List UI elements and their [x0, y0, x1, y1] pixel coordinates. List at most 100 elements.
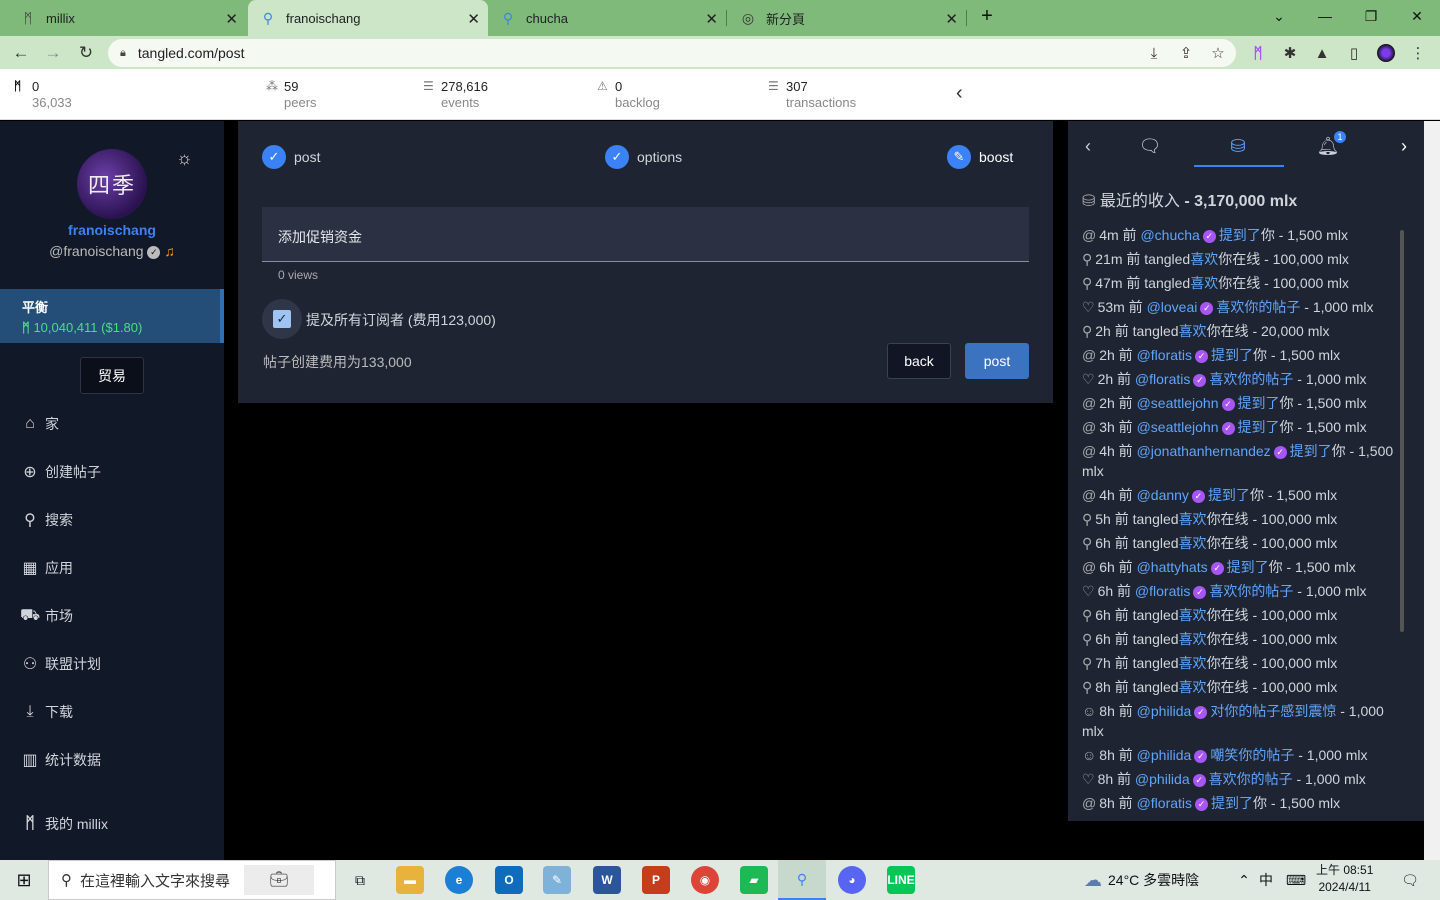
feed-user[interactable]: @chucha: [1140, 227, 1199, 243]
new-tab-button[interactable]: +: [964, 0, 1010, 32]
feed-action[interactable]: 喜欢你的帖子: [1209, 771, 1293, 787]
browser-tab[interactable]: ⚲ chucha ✕: [488, 0, 726, 36]
labs-flask-icon[interactable]: ▲: [1311, 42, 1333, 64]
feed-action[interactable]: 喜欢你的帖子: [1209, 583, 1293, 599]
step-boost[interactable]: ✎ boost: [947, 145, 1013, 169]
url-bar[interactable]: 🔒︎ tangled.com/post: [108, 39, 1236, 67]
mention-subscribers-checkbox[interactable]: ✓: [262, 299, 302, 339]
browser-tab[interactable]: ᛗ millix ✕: [8, 0, 246, 36]
chat-icon[interactable]: 🗨︎: [1130, 131, 1170, 161]
sidebar-item-my-millix[interactable]: ᛗ 我的 millix: [20, 812, 108, 836]
feed-user[interactable]: @seattlejohn: [1137, 419, 1219, 435]
window-close-button[interactable]: ✕: [1394, 0, 1440, 32]
feed-action[interactable]: 提到了: [1211, 795, 1253, 811]
word-icon[interactable]: W: [593, 866, 621, 894]
balance-panel[interactable]: 平衡 ᛗ 10,040,411 ($1.80): [0, 289, 224, 343]
feed-user[interactable]: @philida: [1135, 771, 1190, 787]
task-view-icon[interactable]: ⧉: [346, 860, 374, 900]
feed-action[interactable]: 喜欢你的帖子: [1216, 299, 1300, 315]
forward-arrow-icon[interactable]: →: [40, 40, 66, 66]
feed-scrollbar[interactable]: [1400, 230, 1404, 632]
feed-action[interactable]: 对你的帖子感到震惊: [1210, 703, 1336, 719]
close-icon[interactable]: ✕: [705, 10, 718, 28]
feed-action[interactable]: 喜欢你的帖子: [1209, 371, 1293, 387]
feed-user[interactable]: @danny: [1137, 487, 1189, 503]
minimize-button[interactable]: —: [1302, 0, 1348, 32]
coins-icon[interactable]: ⛁: [1218, 131, 1258, 161]
close-icon[interactable]: ✕: [467, 10, 480, 28]
feed-action[interactable]: 喜欢: [1179, 323, 1207, 339]
share-icon[interactable]: ⇪: [1175, 42, 1197, 64]
feed-user[interactable]: @seattlejohn: [1137, 395, 1219, 411]
install-app-icon[interactable]: ⤓: [1143, 42, 1165, 64]
notes-icon[interactable]: ✎: [543, 866, 571, 894]
sidebar-item-market[interactable]: ⛟ 市场: [20, 604, 73, 628]
bookmark-star-icon[interactable]: ☆: [1207, 42, 1229, 64]
feed-user[interactable]: @philida: [1137, 703, 1192, 719]
post-button[interactable]: post: [965, 343, 1029, 379]
feed-user[interactable]: @floratis: [1137, 795, 1192, 811]
menu-kebab-icon[interactable]: ⋮: [1407, 42, 1429, 64]
chevron-up-icon[interactable]: ⌃: [1234, 860, 1254, 900]
close-icon[interactable]: ✕: [225, 10, 238, 28]
feed-action[interactable]: 喜欢: [1179, 631, 1207, 647]
reload-icon[interactable]: ↻: [73, 40, 99, 66]
feed-action[interactable]: 嘲笑你的帖子: [1210, 747, 1294, 763]
weather-widget[interactable]: ☁ 24°C 多雲時陰: [1084, 860, 1224, 900]
feed-user[interactable]: @loveai: [1147, 299, 1198, 315]
chrome-icon[interactable]: ◉: [691, 866, 719, 894]
line-icon[interactable]: LINE: [887, 866, 915, 894]
taskbar-clock[interactable]: 上午 08:51 2024/4/11: [1316, 862, 1373, 896]
feed-action[interactable]: 喜欢: [1179, 655, 1207, 671]
step-options[interactable]: ✓ options: [605, 145, 682, 169]
messages-icon[interactable]: ▰: [740, 866, 768, 894]
tangled-app-icon[interactable]: ⚲: [778, 860, 826, 900]
feed-user[interactable]: @hattyhats: [1137, 559, 1208, 575]
extensions-puzzle-icon[interactable]: ✱: [1279, 42, 1301, 64]
restore-button[interactable]: ❐: [1348, 0, 1394, 32]
page-scrollbar[interactable]: [1424, 121, 1440, 860]
close-icon[interactable]: ✕: [945, 10, 958, 28]
sidebar-item-create-post[interactable]: ⊕ 创建帖子: [20, 460, 101, 484]
tab-search-icon[interactable]: ⌄: [1256, 0, 1302, 32]
notification-center-icon[interactable]: 🗨︎: [1396, 860, 1424, 900]
feed-action[interactable]: 提到了: [1227, 559, 1269, 575]
sidebar-item-search[interactable]: ⚲ 搜索: [20, 508, 73, 532]
ime-indicator[interactable]: 中: [1256, 860, 1276, 900]
feed-user[interactable]: @jonathanhernandez: [1137, 443, 1271, 459]
sidebar-item-affiliate[interactable]: ⚇ 联盟计划: [20, 652, 101, 676]
outlook-icon[interactable]: O: [495, 866, 523, 894]
theme-sun-icon[interactable]: ☼: [176, 148, 193, 169]
feed-action[interactable]: 喜欢: [1190, 251, 1218, 267]
file-explorer-icon[interactable]: ▬: [396, 866, 424, 894]
feed-action[interactable]: 提到了: [1238, 419, 1280, 435]
browser-tab-active[interactable]: ⚲ franoischang ✕: [248, 0, 488, 36]
sidebar-item-home[interactable]: ⌂ 家: [20, 412, 59, 436]
sidebar-item-download[interactable]: ⤓ 下载: [20, 700, 73, 724]
feed-user[interactable]: @floratis: [1135, 583, 1190, 599]
taskbar-search[interactable]: ⚲ 在這裡輸入文字來搜尋 💼︎: [48, 860, 336, 900]
trade-button[interactable]: 贸易: [80, 357, 144, 394]
sidebar-item-stats[interactable]: ▥ 统计数据: [20, 748, 101, 772]
feed-user[interactable]: @floratis: [1137, 347, 1192, 363]
chevron-right-icon[interactable]: ›: [1392, 131, 1416, 161]
feed-action[interactable]: 提到了: [1238, 395, 1280, 411]
feed-user[interactable]: @floratis: [1135, 371, 1190, 387]
feed-action[interactable]: 提到了: [1208, 487, 1250, 503]
feed-action[interactable]: 喜欢: [1179, 511, 1207, 527]
feed-action[interactable]: 喜欢: [1179, 607, 1207, 623]
sidebar-item-apps[interactable]: ▦ 应用: [20, 556, 73, 580]
feed-action[interactable]: 提到了: [1211, 347, 1253, 363]
discord-icon[interactable]: ◕: [838, 866, 866, 894]
feed-action[interactable]: 喜欢: [1179, 535, 1207, 551]
back-arrow-icon[interactable]: ←: [8, 40, 34, 66]
powerpoint-icon[interactable]: P: [642, 866, 670, 894]
feed-user[interactable]: @philida: [1137, 747, 1192, 763]
feed-action[interactable]: 喜欢: [1190, 275, 1218, 291]
promotion-funds-field[interactable]: 添加促销资金: [262, 207, 1029, 262]
avatar[interactable]: 四季: [77, 149, 147, 219]
feed-action[interactable]: 提到了: [1290, 443, 1332, 459]
profile-avatar-icon[interactable]: [1375, 42, 1397, 64]
edge-icon[interactable]: e: [445, 866, 473, 894]
user-name[interactable]: franoischang: [0, 222, 224, 238]
